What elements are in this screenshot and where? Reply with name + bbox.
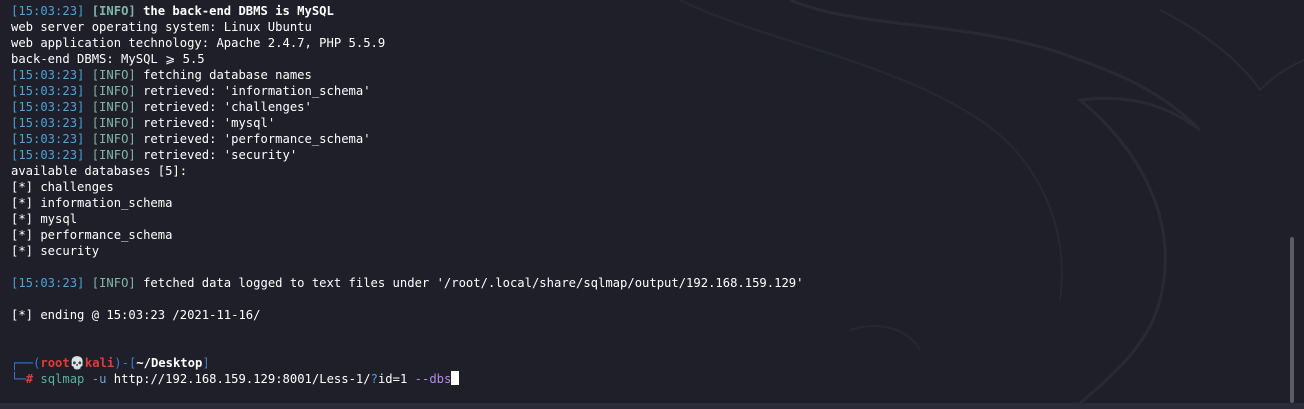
log-message: retrieved: 'mysql' [135, 116, 276, 130]
terminal-line: [15:03:23] [INFO] fetching database name… [11, 67, 803, 83]
log-message: retrieved: 'performance_schema' [135, 132, 371, 146]
log-timestamp: [15:03:23] [11, 276, 85, 290]
prompt-frame: └─ [11, 372, 26, 386]
log-timestamp: [15:03:23] [11, 84, 85, 98]
log-timestamp: [15:03:23] [11, 68, 85, 82]
log-message: retrieved: 'security' [135, 148, 298, 162]
output-text: [*] challenges [11, 180, 114, 194]
terminal-line: available databases [5]: [11, 163, 803, 179]
terminal-line: [15:03:23] [INFO] retrieved: 'informatio… [11, 83, 803, 99]
output-text: [*] mysql [11, 212, 78, 226]
log-message: retrieved: 'challenges' [135, 100, 312, 114]
terminal-bottom-border [0, 403, 1304, 409]
text-cursor [451, 371, 460, 385]
log-level: [INFO] [91, 68, 136, 82]
terminal-output: [15:03:23] [INFO] the back-end DBMS is M… [11, 3, 803, 387]
command-option-dbs: --dbs [414, 372, 452, 386]
log-message: fetched data logged to text files under … [135, 276, 804, 290]
output-text: [*] ending @ 15:03:23 /2021-11-16/ [11, 308, 261, 322]
log-timestamp: [15:03:23] [11, 4, 85, 18]
log-timestamp: [15:03:23] [11, 148, 85, 162]
command-option: -u [91, 372, 107, 386]
terminal-line: web server operating system: Linux Ubunt… [11, 19, 803, 35]
log-timestamp: [15:03:23] [11, 100, 85, 114]
skull-icon: 💀 [69, 356, 85, 370]
log-level: [INFO] [91, 276, 136, 290]
prompt-host: kali [84, 356, 115, 370]
log-timestamp: [15:03:23] [11, 116, 85, 130]
terminal-line: [15:03:23] [INFO] retrieved: 'security' [11, 147, 803, 163]
log-timestamp: [15:03:23] [11, 132, 85, 146]
terminal-line: [*] mysql [11, 211, 803, 227]
terminal-line: [15:03:23] [INFO] the back-end DBMS is M… [11, 3, 803, 19]
prompt-user: root [40, 356, 70, 370]
terminal-line: [*] challenges [11, 179, 803, 195]
terminal-line: [15:03:23] [INFO] retrieved: 'performanc… [11, 131, 803, 147]
terminal-window[interactable]: [15:03:23] [INFO] the back-end DBMS is M… [0, 0, 1304, 403]
terminal-line: back-end DBMS: MySQL ⩾ 5.5 [11, 51, 803, 67]
terminal-line: [15:03:23] [INFO] retrieved: 'mysql' [11, 115, 803, 131]
log-level: [INFO] [91, 116, 136, 130]
command-name: sqlmap [40, 372, 85, 386]
prompt-root-symbol: # [25, 372, 34, 386]
log-level: [INFO] [91, 4, 136, 18]
terminal-line: [15:03:23] [INFO] retrieved: 'challenges… [11, 99, 803, 115]
prompt-frame: )-[ [114, 356, 137, 370]
output-text: back-end DBMS: MySQL ⩾ 5.5 [11, 52, 205, 66]
log-level: [INFO] [91, 148, 136, 162]
output-text: web application technology: Apache 2.4.7… [11, 36, 386, 50]
terminal-line: [*] ending @ 15:03:23 /2021-11-16/ [11, 307, 803, 323]
output-text: available databases [5]: [11, 164, 188, 178]
command-url-query-mark: ? [370, 372, 378, 386]
log-message: retrieved: 'information_schema' [135, 84, 371, 98]
command-url: http://192.168.159.129:8001/Less-1/ [113, 372, 371, 386]
log-level: [INFO] [91, 132, 136, 146]
log-message: fetching database names [135, 68, 312, 82]
terminal-line: [*] security [11, 243, 803, 259]
log-level: [INFO] [91, 84, 136, 98]
terminal-line: web application technology: Apache 2.4.7… [11, 35, 803, 51]
prompt-frame: ] [202, 356, 210, 370]
output-text: [*] security [11, 244, 100, 258]
terminal-line: [*] performance_schema [11, 227, 803, 243]
output-text: web server operating system: Linux Ubunt… [11, 20, 312, 34]
output-text: [*] performance_schema [11, 228, 173, 242]
prompt-header: ┌──(root💀kali)-[~/Desktop] [11, 355, 803, 371]
terminal-line: [15:03:23] [INFO] fetched data logged to… [11, 275, 803, 291]
terminal-line: [*] information_schema [11, 195, 803, 211]
prompt-directory: ~/Desktop [136, 356, 203, 370]
command-input-line[interactable]: └─# sqlmap -u http://192.168.159.129:800… [11, 371, 803, 387]
command-url-param: id=1 [377, 372, 408, 386]
log-level: [INFO] [91, 100, 136, 114]
output-text: [*] information_schema [11, 196, 173, 210]
log-message: the back-end DBMS is MySQL [135, 4, 334, 18]
terminal-scrollbar[interactable] [1290, 237, 1294, 403]
prompt-frame: ┌──( [11, 356, 41, 370]
